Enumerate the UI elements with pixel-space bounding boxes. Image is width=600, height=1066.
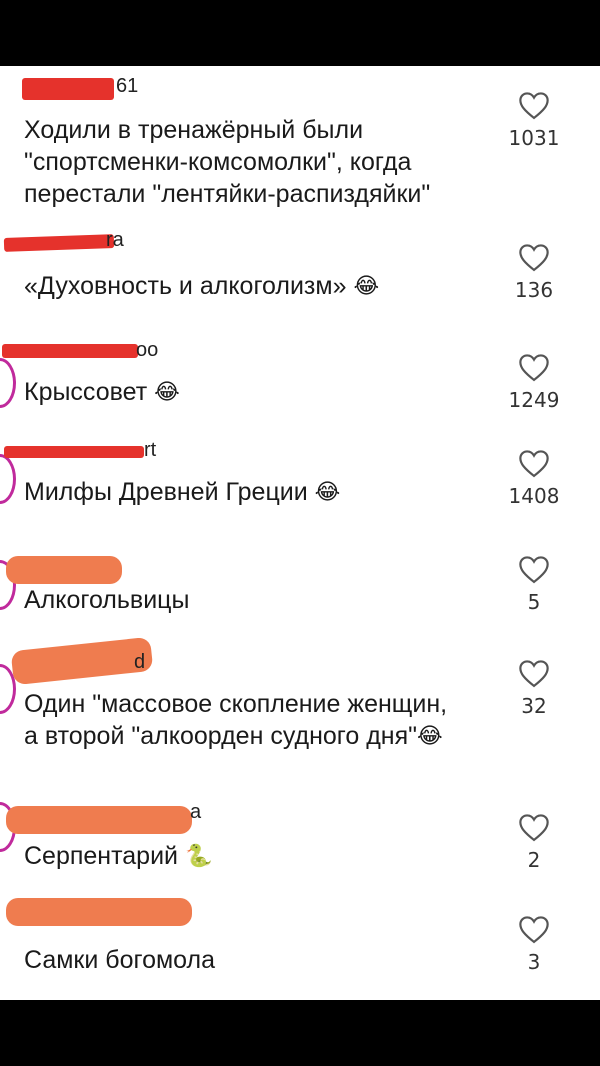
avatar[interactable] [0, 454, 16, 504]
like-count: 1408 [508, 484, 560, 508]
comment-text: Крыссовет 😂 [24, 376, 494, 409]
comment-text: Алкогольвицы [24, 584, 494, 616]
username-redaction [3, 234, 115, 252]
username-redaction [6, 806, 192, 834]
comment-text-content: Самки богомола [24, 946, 216, 974]
username-redaction [6, 556, 122, 584]
like-count: 32 [521, 694, 547, 718]
comment-text-content: Серпентарий [24, 842, 179, 870]
heart-outline-icon[interactable] [517, 448, 551, 478]
laughing-emoji-icon: 😂 [314, 480, 341, 506]
heart-outline-icon[interactable] [517, 812, 551, 842]
heart-outline-icon[interactable] [517, 554, 551, 584]
comment-username[interactable]: rt [144, 438, 156, 462]
like-count: 1249 [508, 388, 560, 412]
comment-username[interactable]: 61 [116, 74, 138, 98]
like-count: 3 [527, 950, 541, 974]
comment-text: Один "массовое скопление женщин, а второ… [24, 688, 494, 753]
comment-username[interactable]: a [190, 800, 201, 824]
laughing-emoji-icon: 😂 [154, 380, 180, 406]
laughing-emoji-icon: 😂 [417, 724, 443, 750]
heart-outline-icon[interactable] [517, 242, 551, 272]
comment-text: Серпентарий 🐍 [24, 840, 494, 873]
like-button[interactable]: 136 [504, 242, 564, 302]
username-redaction [10, 636, 154, 686]
comment-text: Милфы Древней Греции 😂 [24, 476, 494, 509]
comment-username[interactable]: d [134, 650, 145, 674]
snake-emoji-icon: 🐍 [184, 844, 213, 870]
heart-outline-icon[interactable] [517, 914, 551, 944]
heart-outline-icon[interactable] [517, 352, 551, 382]
comment-text: Ходили в тренажёрный были "спортсменки-к… [24, 114, 494, 210]
like-button[interactable]: 32 [504, 658, 564, 718]
like-button[interactable]: 2 [504, 812, 564, 872]
avatar[interactable] [0, 358, 16, 408]
like-count: 136 [514, 278, 554, 302]
comment-text-content: Ходили в тренажёрный были "спортсменки-к… [24, 116, 431, 208]
like-button[interactable]: 3 [504, 914, 564, 974]
comment-username[interactable]: ra [106, 228, 124, 252]
like-count: 1031 [508, 126, 560, 150]
comment-text-content: Милфы Древней Греции [24, 478, 308, 506]
like-button[interactable]: 1031 [504, 90, 564, 150]
username-redaction [4, 446, 144, 458]
comments-screen: 61 Ходили в тренажёрный были "спортсменк… [0, 66, 600, 1000]
heart-outline-icon[interactable] [517, 90, 551, 120]
comment-text-content: Крыссовет [24, 378, 148, 406]
like-count: 5 [527, 590, 541, 614]
like-button[interactable]: 1249 [504, 352, 564, 412]
heart-outline-icon[interactable] [517, 658, 551, 688]
username-redaction [2, 344, 138, 358]
comment-text: Самки богомола [24, 944, 494, 976]
like-button[interactable]: 1408 [504, 448, 564, 508]
username-redaction [6, 898, 192, 926]
like-button[interactable]: 5 [504, 554, 564, 614]
comment-username[interactable]: оо [136, 338, 158, 362]
comment-text-content: Один "массовое скопление женщин, а второ… [24, 690, 448, 750]
comment-text-content: «Духовность и алкоголизм» [24, 272, 347, 300]
comment-text: «Духовность и алкоголизм» 😂 [24, 270, 494, 303]
like-count: 2 [527, 848, 541, 872]
comment-text-content: Алкогольвицы [24, 586, 190, 614]
laughing-emoji-icon: 😂 [353, 274, 380, 300]
username-redaction [22, 78, 114, 100]
